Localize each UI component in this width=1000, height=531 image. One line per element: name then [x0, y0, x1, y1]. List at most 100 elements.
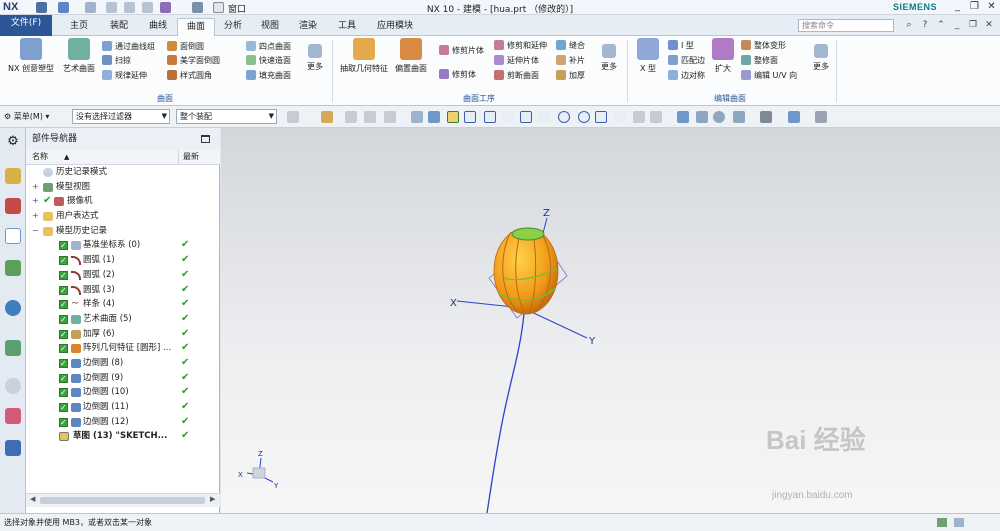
constraint-navigator-icon[interactable] — [5, 198, 21, 214]
visibility-checkbox[interactable] — [59, 342, 68, 356]
trim-extend-button[interactable]: 修剪和延伸 — [494, 40, 547, 53]
orient-view-icon[interactable] — [733, 111, 745, 123]
hd3d-tools-icon[interactable] — [5, 300, 21, 316]
minimize-button[interactable]: _ — [951, 1, 964, 13]
reuse-library-icon[interactable] — [5, 260, 21, 276]
section-view-icon[interactable] — [815, 111, 827, 123]
trim-sheet-button[interactable]: 修剪片体 — [439, 45, 484, 58]
point-on-curve-icon[interactable] — [614, 111, 626, 123]
rotate-icon[interactable] — [713, 111, 725, 123]
tab-surface[interactable]: 曲面 — [177, 18, 215, 36]
view-layer-icon[interactable] — [788, 111, 800, 123]
edit-more-button[interactable]: 更多 — [808, 38, 834, 72]
history-row-thicken[interactable]: 加厚 (6) ✔ — [26, 327, 220, 342]
selection-scope-select[interactable]: 整个装配 ▼ — [176, 109, 277, 124]
doc-close-button[interactable]: ✕ — [984, 20, 994, 30]
gear-icon[interactable]: ⚙ — [5, 134, 21, 150]
i-form-button[interactable]: I 型 — [668, 40, 694, 53]
history-row-pattern-geometry[interactable]: 阵列几何特征 [圆形] ... ✔ — [26, 341, 220, 356]
main-menu-button[interactable]: ⚙ 菜单(M) ▾ — [4, 110, 49, 124]
tab-tools[interactable]: 工具 — [333, 18, 361, 36]
aesthetic-face-blend-button[interactable]: 美学面倒圆 — [167, 55, 220, 68]
existing-point-icon[interactable] — [595, 111, 607, 123]
endpoint-icon[interactable] — [464, 111, 476, 123]
fit-view-icon[interactable] — [677, 111, 689, 123]
collapse-ribbon-icon[interactable]: ⌃ — [936, 20, 946, 30]
history-row-arc-1[interactable]: 圆弧 (1) ✔ — [26, 253, 220, 268]
x-form-button[interactable]: X 型 — [633, 38, 663, 74]
history-row-edge-blend-12[interactable]: 边倒圆 (12) ✔ — [26, 415, 220, 430]
patch-button[interactable]: 补片 — [556, 55, 585, 68]
edge-symmetry-button[interactable]: 边对称 — [668, 70, 705, 83]
divide-face-button[interactable]: 剪断曲面 — [494, 70, 539, 83]
visibility-checkbox[interactable] — [59, 386, 68, 400]
visibility-checkbox[interactable] — [59, 357, 68, 371]
tree-row-history-mode[interactable]: 历史记录模式 — [26, 165, 220, 180]
roles-icon[interactable] — [5, 440, 21, 456]
curve-icon[interactable] — [503, 111, 515, 123]
visibility-checkbox[interactable] — [59, 269, 68, 283]
restore-button[interactable]: ❐ — [968, 1, 981, 13]
command-search-input[interactable]: 搜索命令 — [798, 19, 894, 32]
surface-more-button[interactable]: 更多 — [302, 38, 328, 72]
column-name[interactable]: 名称 — [32, 150, 48, 164]
enlarge-button[interactable]: 扩大 — [708, 38, 738, 74]
assembly-navigator-icon[interactable] — [5, 168, 21, 184]
palette-icon[interactable] — [5, 408, 21, 424]
extract-geometry-button[interactable]: 抽取几何特征 — [338, 38, 390, 74]
four-point-surface-button[interactable]: 四点曲面 — [246, 41, 291, 54]
history-row-arc-3[interactable]: 圆弧 (3) ✔ — [26, 283, 220, 298]
web-browser-icon[interactable] — [5, 340, 21, 356]
zoom-icon[interactable] — [696, 111, 708, 123]
history-row-spline[interactable]: ∼ 样条 (4) ✔ — [26, 297, 220, 312]
ops-more-button[interactable]: 更多 — [596, 38, 622, 72]
point-on-face-icon[interactable] — [633, 111, 645, 123]
search-icon[interactable]: ⌕ — [904, 20, 914, 30]
tree-row-model-views[interactable]: + 模型视图 — [26, 180, 220, 195]
scroll-left-icon[interactable]: ◀ — [30, 495, 35, 503]
intersection-icon[interactable] — [539, 111, 551, 123]
sort-up-icon[interactable]: ▲ — [64, 150, 69, 164]
thicken-button[interactable]: 加厚 — [556, 70, 585, 83]
history-row-studio-surface[interactable]: 艺术曲面 (5) ✔ — [26, 312, 220, 327]
quadrant-icon[interactable] — [578, 111, 590, 123]
graphics-window[interactable]: X Y Z Z X Y — [221, 128, 1000, 514]
offset-surface-button[interactable]: 偏置曲面 — [392, 38, 430, 74]
close-button[interactable]: ✕ — [985, 1, 998, 13]
select-icon[interactable] — [364, 111, 376, 123]
fill-surface-button[interactable]: 填充曲面 — [246, 70, 291, 83]
render-style-icon[interactable] — [760, 111, 772, 123]
general-select-icon[interactable] — [345, 111, 357, 123]
law-extension-button[interactable]: 规律延伸 — [102, 70, 147, 83]
snap-toggle-icon[interactable] — [447, 111, 459, 123]
doc-restore-button[interactable]: ❐ — [968, 20, 978, 30]
swept-button[interactable]: 扫掠 — [102, 55, 131, 68]
horizontal-scrollbar[interactable]: ◀ ▶ — [26, 493, 220, 507]
tab-assembly[interactable]: 装配 — [102, 18, 136, 36]
nx-realize-shape-button[interactable]: NX 创意塑型 — [4, 38, 58, 74]
arc-center-icon[interactable] — [558, 111, 570, 123]
history-row-datum-csys[interactable]: 基准坐标系 (0) ✔ — [26, 238, 220, 253]
tree-row-cameras[interactable]: + ✔ 摄像机 — [26, 194, 220, 209]
history-row-edge-blend-9[interactable]: 边倒圆 (9) ✔ — [26, 371, 220, 386]
global-shaping-button[interactable]: 整体变形 — [741, 40, 786, 53]
midpoint-icon[interactable] — [484, 111, 496, 123]
visibility-checkbox[interactable] — [59, 401, 68, 415]
collapse-icon[interactable]: − — [32, 224, 39, 238]
history-row-edge-blend-8[interactable]: 边倒圆 (8) ✔ — [26, 356, 220, 371]
selection-filter-select[interactable]: 没有选择过滤器 ▼ — [72, 109, 170, 124]
history-row-edge-blend-11[interactable]: 边倒圆 (11) ✔ — [26, 400, 220, 415]
tab-render[interactable]: 渲染 — [294, 18, 322, 36]
sew-button[interactable]: 缝合 — [556, 40, 585, 53]
studio-surface-button[interactable]: 艺术曲面 — [60, 38, 98, 74]
history-icon[interactable] — [5, 378, 21, 394]
expand-icon[interactable]: + — [32, 194, 39, 208]
visibility-checkbox[interactable] — [59, 313, 68, 327]
part-navigator-icon[interactable] — [5, 228, 21, 244]
through-curves-button[interactable]: 通过曲线组 — [102, 41, 155, 54]
refit-face-button[interactable]: 整修面 — [741, 55, 778, 68]
trim-body-button[interactable]: 修剪体 — [439, 69, 476, 82]
match-edge-button[interactable]: 匹配边 — [668, 55, 705, 68]
control-point-icon[interactable] — [520, 111, 532, 123]
file-menu-button[interactable]: 文件(F) — [0, 15, 52, 36]
